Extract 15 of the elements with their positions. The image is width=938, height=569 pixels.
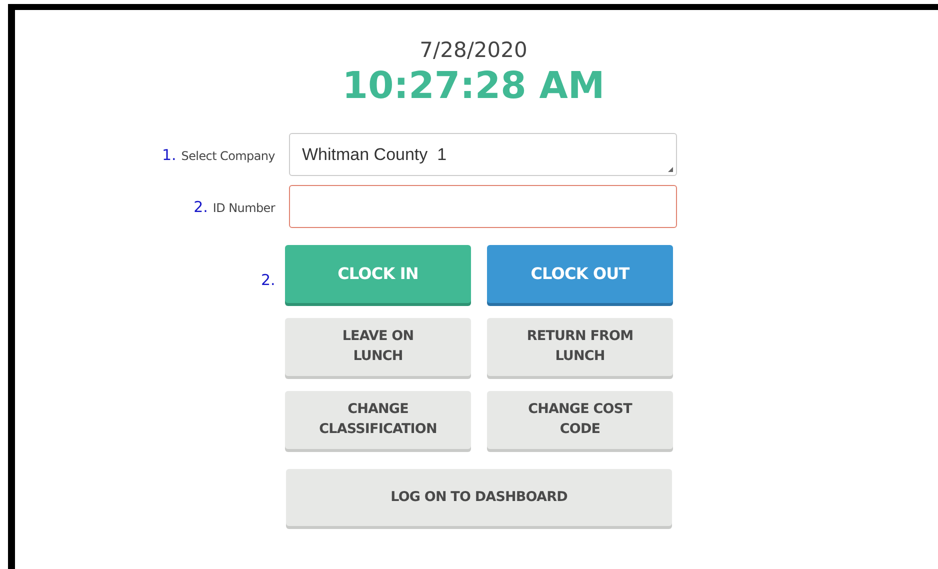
field-label: ID Number bbox=[212, 200, 275, 214]
step-number: 2. bbox=[194, 198, 208, 216]
step-number: 1. bbox=[162, 146, 176, 164]
step-number: 2. bbox=[261, 271, 276, 289]
action-button[interactable]: CHANGE CLASSIFICATION bbox=[285, 391, 471, 449]
field-label: Select Company bbox=[181, 148, 275, 162]
action-button[interactable]: CHANGE COST CODE bbox=[487, 391, 673, 449]
date-text: 7/28/2020 bbox=[420, 38, 528, 62]
company-select[interactable]: Whitman County 1 bbox=[289, 133, 677, 176]
action-button[interactable]: RETURN FROM LUNCH bbox=[487, 318, 673, 376]
dashboard-button[interactable]: LOG ON TO DASHBOARD bbox=[286, 469, 672, 526]
id-number-field[interactable] bbox=[289, 185, 677, 228]
resize-grip-icon bbox=[668, 167, 673, 172]
action-button[interactable]: LEAVE ON LUNCH bbox=[285, 318, 471, 376]
clock-time: 10:27:28 AM bbox=[342, 64, 605, 107]
